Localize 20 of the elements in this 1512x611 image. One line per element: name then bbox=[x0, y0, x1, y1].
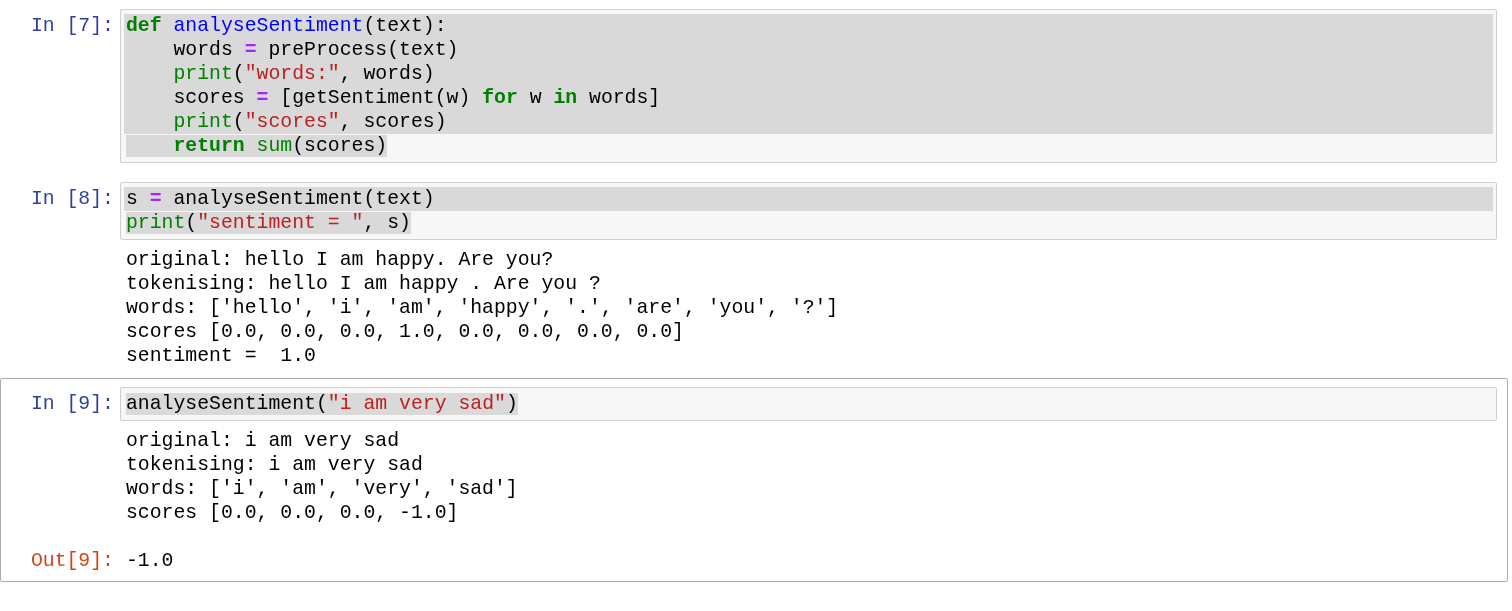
input-prompt: In [7]: bbox=[29, 14, 115, 38]
output-line: scores [0.0, 0.0, 0.0, 1.0, 0.0, 0.0, 0.0, 0.0] bbox=[126, 320, 685, 344]
output-line: scores [0.0, 0.0, 0.0, -1.0] bbox=[126, 501, 460, 525]
output-line: words: ['hello', 'i', 'am', 'happy', '.', 'are', 'you', '?'] bbox=[126, 296, 840, 320]
notebook-cell[interactable]: In [9]: analyseSentiment("i am very sad") original: i am very sad tokenising: i am very sad words: ['i', 'am', 'very', 'sad'] scores [0.0, 0.0, 0.0, -1.0] Out[9]: -1.0 bbox=[0, 378, 1508, 582]
code-input[interactable]: def analyseSentiment(text): words = preProcess(text) print("words:", words) scores = [getSentiment(w) for w in words] print("scores", scores) return sum(scores) bbox=[120, 9, 1497, 163]
output-prompt: Out[9]: bbox=[29, 549, 115, 573]
output-line: sentiment = 1.0 bbox=[126, 344, 317, 368]
input-prompt: In [8]: bbox=[29, 187, 115, 211]
output-line: original: hello I am happy. Are you? bbox=[126, 248, 555, 272]
code-input[interactable]: analyseSentiment("i am very sad") bbox=[120, 387, 1497, 421]
notebook-cell[interactable]: In [7]: def analyseSentiment(text): words = preProcess(text) print("words:", words) scores = [getSentiment(w) for w in words] print("scores", scores) return sum(scores) bbox=[0, 0, 1508, 172]
code-input[interactable]: s = analyseSentiment(text) print("sentiment = ", s) bbox=[120, 182, 1497, 240]
output-line: words: ['i', 'am', 'very', 'sad'] bbox=[126, 477, 519, 501]
input-prompt: In [9]: bbox=[29, 392, 115, 416]
output-line: tokenising: hello I am happy . Are you ? bbox=[126, 272, 602, 296]
output-line: original: i am very sad bbox=[126, 429, 401, 453]
code-line: return sum(scores) bbox=[124, 134, 1493, 158]
result-value: -1.0 bbox=[126, 549, 175, 573]
output-line: tokenising: i am very sad bbox=[126, 453, 424, 477]
